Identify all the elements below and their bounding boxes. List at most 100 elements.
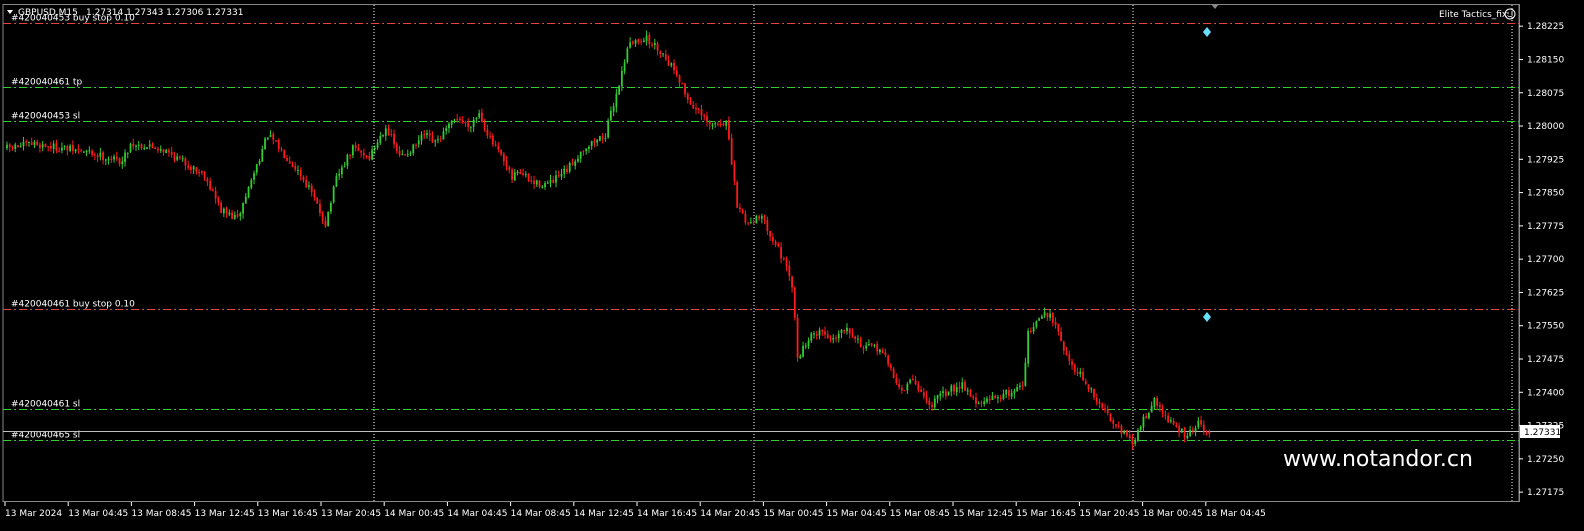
candle-body — [261, 148, 264, 162]
price-tick-label: 1.28150 — [1527, 55, 1564, 65]
candle-body — [1029, 330, 1032, 333]
candle-body — [233, 214, 236, 219]
candle-body — [409, 153, 412, 155]
candle-body — [711, 124, 714, 126]
candle-body — [313, 193, 316, 198]
candle-body — [258, 161, 261, 164]
symbol-label: GBPUSD,M15 — [18, 8, 78, 18]
candle-body — [950, 385, 953, 392]
current-price-label: 1.27331 — [1524, 428, 1561, 438]
time-tick-label: 18 Mar 04:45 — [1206, 509, 1266, 519]
candle-body — [653, 43, 656, 46]
candle-body — [892, 368, 895, 379]
candle-body — [192, 166, 195, 170]
candle-body — [1002, 393, 1005, 399]
candle-body — [102, 152, 104, 161]
candle-body — [1117, 425, 1120, 427]
candle-body — [250, 179, 253, 188]
price-tick-label: 1.27175 — [1527, 488, 1564, 498]
time-tick-label: 15 Mar 08:45 — [890, 509, 950, 519]
trading-chart[interactable]: #420040453 buy stop 0.10#420040461 tp#42… — [0, 0, 1584, 531]
candle-body — [308, 185, 310, 187]
candle-body — [1038, 318, 1041, 321]
candle-body — [25, 141, 28, 143]
candle-body — [14, 144, 17, 149]
candle-body — [104, 159, 107, 161]
candle-body — [533, 180, 535, 185]
candle-body — [44, 143, 47, 148]
candle-body — [228, 212, 231, 215]
candle-body — [931, 404, 933, 407]
candle-body — [939, 393, 942, 396]
candle-body — [741, 209, 744, 214]
candle-body — [1049, 313, 1051, 318]
candle-body — [1156, 398, 1159, 406]
candle-body — [332, 186, 335, 203]
candle-body — [857, 338, 859, 340]
candle-body — [769, 230, 772, 237]
candle-body — [162, 149, 165, 153]
time-tick-label: 15 Mar 04:45 — [827, 509, 887, 519]
candle-body — [236, 214, 239, 217]
candle-body — [286, 157, 288, 161]
candle-body — [310, 185, 313, 193]
candle-body — [780, 247, 782, 259]
candle-body — [253, 173, 255, 180]
candle-body — [788, 265, 791, 277]
candle-body — [327, 211, 330, 227]
candle-body — [330, 203, 332, 212]
candle-body — [154, 147, 157, 150]
candle-body — [393, 133, 395, 145]
candle-body — [964, 382, 966, 391]
candle-body — [922, 392, 925, 397]
candle-body — [975, 397, 977, 404]
candle-body — [1183, 427, 1186, 438]
candle-body — [1032, 327, 1035, 332]
candle-body — [475, 117, 478, 119]
candle-body — [637, 39, 640, 43]
candle-body — [231, 212, 233, 219]
candle-body — [1131, 437, 1134, 445]
candle-body — [1016, 386, 1019, 392]
candle-body — [470, 126, 472, 128]
candle-body — [346, 154, 349, 166]
candle-body — [74, 149, 77, 152]
candle-body — [1137, 429, 1139, 442]
candle-body — [747, 222, 750, 224]
candle-body — [771, 237, 774, 242]
candle-body — [994, 395, 997, 399]
candle-body — [799, 355, 802, 359]
candle-body — [244, 196, 247, 204]
candle-body — [527, 173, 530, 180]
indicator-label[interactable]: Elite Tactics_fix — [1439, 10, 1508, 20]
candle-body — [1178, 426, 1181, 433]
candle-body — [887, 355, 890, 365]
candle-body — [700, 109, 703, 116]
candle-body — [670, 63, 673, 66]
candle-body — [489, 135, 492, 137]
candle-body — [640, 41, 642, 43]
candle-body — [807, 340, 810, 347]
candle-body — [829, 337, 832, 340]
candle-body — [115, 156, 118, 159]
candle-body — [1191, 429, 1194, 431]
time-tick-label: 15 Mar 12:45 — [953, 509, 1013, 519]
candle-body — [1084, 381, 1087, 385]
candle-body — [50, 145, 52, 149]
candle-body — [450, 120, 453, 125]
price-tick-label: 1.27925 — [1527, 155, 1564, 165]
candle-body — [305, 179, 308, 188]
candle-body — [524, 174, 527, 176]
candle-body — [464, 121, 467, 123]
candle-body — [124, 152, 126, 162]
candle-body — [865, 345, 868, 349]
candle-body — [722, 123, 725, 126]
order-line-label: #420040453 sl — [11, 112, 80, 122]
candle-body — [39, 144, 41, 148]
candle-body — [351, 145, 354, 156]
time-tick-label: 14 Mar 16:45 — [637, 509, 697, 519]
candle-body — [925, 395, 928, 401]
candle-body — [634, 40, 637, 44]
candle-body — [519, 171, 522, 175]
candle-body — [689, 99, 692, 105]
